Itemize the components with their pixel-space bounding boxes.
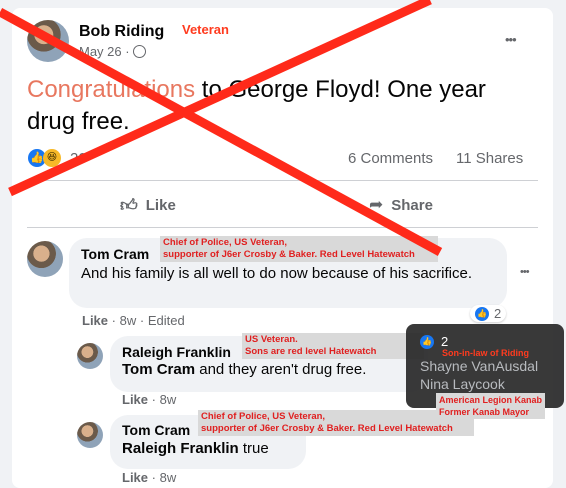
haha-reaction-icon: 😆 bbox=[43, 149, 61, 167]
thumbs-up-icon: 👍︎ bbox=[120, 196, 138, 215]
reply-text: Raleigh Franklin true bbox=[122, 440, 269, 457]
reply-avatar[interactable] bbox=[77, 343, 103, 369]
globe-icon bbox=[133, 45, 147, 58]
comment-age[interactable]: 8w bbox=[120, 313, 137, 328]
commenter-annotation-text: Chief of Police, US Veteran, supporter o… bbox=[163, 237, 415, 260]
post-text-highlight: Congratulations bbox=[27, 76, 196, 103]
comment-text: And his family is all well to do now bec… bbox=[81, 265, 473, 282]
reply-author-annotation: US Veteran. Sons are red level Hatewatch bbox=[242, 333, 424, 359]
comment-options-button[interactable]: ••• bbox=[520, 266, 530, 278]
commenter-avatar[interactable] bbox=[27, 241, 63, 277]
comment-reaction[interactable]: 👍 2 bbox=[470, 305, 507, 322]
reply-mention[interactable]: Tom Cram bbox=[122, 361, 195, 378]
reply-mention[interactable]: Raleigh Franklin bbox=[122, 440, 239, 457]
like-reaction-icon: 👍 bbox=[420, 334, 434, 349]
comment-like-link[interactable]: Like bbox=[82, 313, 108, 328]
reply-body: and they aren't drug free. bbox=[195, 361, 367, 378]
tooltip-name: Nina Laycook bbox=[420, 376, 505, 392]
tooltip-header: 👍 2 bbox=[420, 334, 448, 349]
reaction-tooltip: 👍 2 Son-in-law of Riding Shayne VanAusda… bbox=[406, 324, 564, 419]
tooltip-annotation-text: American Legion Kanab Former Kanab Mayor bbox=[439, 395, 543, 417]
author-annotation: Veteran bbox=[182, 22, 229, 37]
comment-actions: Like · 8w · Edited bbox=[82, 313, 185, 328]
divider-top bbox=[27, 180, 538, 181]
reply-author-annotation: Chief of Police, US Veteran, supporter o… bbox=[198, 410, 474, 436]
reply-author-annotation-text: US Veteran. Sons are red level Hatewatch bbox=[245, 334, 377, 357]
reply-author[interactable]: Tom Cram bbox=[122, 422, 190, 438]
reply-body: true bbox=[238, 440, 269, 457]
comment-edited: Edited bbox=[147, 313, 185, 328]
post-author-name[interactable]: Bob Riding bbox=[79, 23, 164, 41]
like-button-label: Like bbox=[145, 197, 176, 214]
share-arrow-icon: ➦ bbox=[369, 195, 384, 214]
comments-count[interactable]: 6 Comments bbox=[348, 150, 433, 167]
post-date[interactable]: May 26 bbox=[79, 44, 122, 59]
author-avatar[interactable] bbox=[27, 20, 69, 62]
shares-count[interactable]: 11 Shares bbox=[456, 150, 523, 167]
meta-dot: · bbox=[125, 44, 130, 59]
like-reaction-icon: 👍 bbox=[475, 306, 489, 321]
reaction-count: 20 bbox=[70, 149, 87, 167]
comment-author[interactable]: Tom Cram bbox=[81, 246, 149, 262]
reply-text: Tom Cram and they aren't drug free. bbox=[122, 361, 366, 378]
reply-author-annotation-text: Chief of Police, US Veteran, supporter o… bbox=[201, 411, 453, 434]
reply-author[interactable]: Raleigh Franklin bbox=[122, 344, 231, 360]
share-button-label: Share bbox=[391, 196, 433, 214]
divider-bottom bbox=[27, 227, 538, 228]
reply-age[interactable]: 8w bbox=[160, 392, 177, 407]
tooltip-annotation-son-in-law: Son-in-law of Riding bbox=[442, 348, 529, 358]
post-options-button[interactable]: ••• bbox=[505, 32, 517, 47]
tooltip-name: Shayne VanAusdal bbox=[420, 358, 539, 374]
commenter-annotation: Chief of Police, US Veteran, supporter o… bbox=[160, 236, 438, 262]
tooltip-count: 2 bbox=[441, 334, 449, 349]
comment-reaction-count: 2 bbox=[494, 306, 502, 321]
reply-avatar[interactable] bbox=[77, 422, 103, 448]
reply-like-link[interactable]: Like bbox=[122, 392, 148, 407]
reaction-summary[interactable]: 👍 😆 20 bbox=[28, 149, 87, 167]
like-button[interactable]: 👍︎ Like bbox=[120, 195, 176, 216]
tooltip-annotation-mayor: American Legion Kanab Former Kanab Mayor bbox=[436, 393, 546, 419]
share-button[interactable]: ➦ Share bbox=[369, 195, 433, 215]
post-meta: May 26 · bbox=[79, 44, 147, 59]
reply-actions: Like · 8w bbox=[122, 392, 177, 407]
post-text: Congratulations to George Floyd! One yea… bbox=[27, 74, 527, 138]
